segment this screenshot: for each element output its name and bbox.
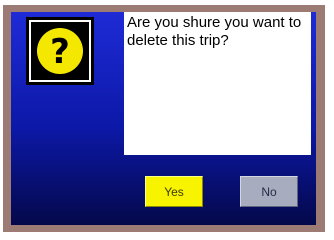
yes-button[interactable]: Yes: [145, 176, 203, 207]
dialog-frame: ? Are you shure you want to delete this …: [3, 5, 325, 232]
confirm-dialog: ? Are you shure you want to delete this …: [11, 12, 316, 225]
question-mark-glyph: ?: [50, 32, 70, 72]
no-button[interactable]: No: [240, 176, 298, 207]
question-mark-icon-graphic: ?: [29, 20, 91, 82]
message-text: Are you shure you want to delete this tr…: [124, 12, 311, 155]
question-mark-icon: ?: [26, 17, 94, 85]
